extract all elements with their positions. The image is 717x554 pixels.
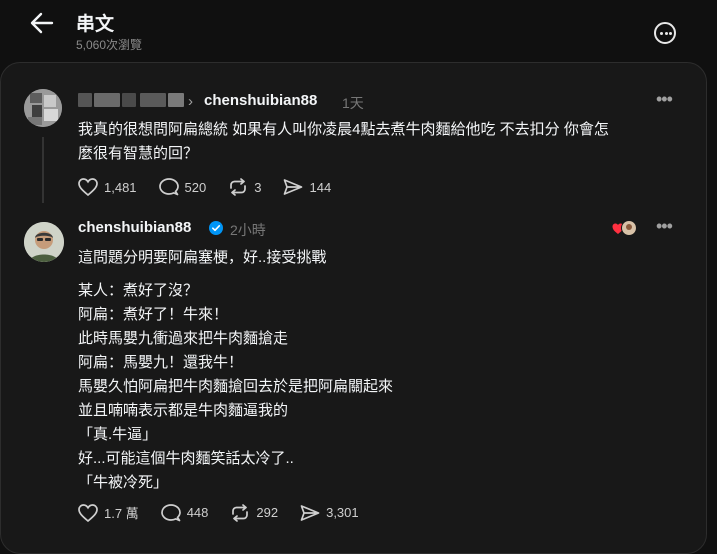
- reply-text-line: 「牛被冷死」: [78, 474, 169, 491]
- header: 串文 5,060次瀏覽: [0, 0, 717, 60]
- like-count: 1,481: [104, 179, 137, 195]
- profile-photo: [24, 222, 64, 262]
- reply-text-line: 阿扁：煮好了！牛來！: [78, 306, 229, 323]
- post-text-line: 麼很有智慧的回？: [78, 145, 199, 162]
- comment-icon: [158, 178, 179, 196]
- back-arrow-icon[interactable]: [28, 10, 56, 36]
- post-username[interactable]: chenshuibian88: [204, 92, 317, 109]
- share-count: 144: [309, 179, 332, 195]
- post-more-icon[interactable]: •••: [656, 89, 673, 110]
- reply-text-line: 某人：煮好了沒？: [78, 282, 199, 299]
- reply-more-icon[interactable]: •••: [656, 216, 673, 237]
- reply-text-line: 好...可能這個牛肉麵笑話太冷了..: [78, 450, 294, 467]
- avatar[interactable]: [24, 89, 62, 127]
- comment-count: 520: [184, 179, 207, 195]
- send-icon: [300, 504, 320, 521]
- reply-text: 這問題分明要阿扁塞梗，好..接受挑戰 某人：煮好了沒？ 阿扁：煮好了！牛來！ 此…: [78, 246, 678, 495]
- comment-button[interactable]: 520: [158, 178, 207, 196]
- reply-text-line: 「真.牛逼」: [78, 426, 158, 443]
- reply-text-line: 阿扁：馬嬰九！還我牛！: [78, 354, 244, 371]
- verified-badge-icon: [209, 221, 223, 235]
- like-button[interactable]: 1,481: [78, 178, 137, 196]
- post-text: 我真的很想問阿扁總統 如果有人叫你凌晨4點去煮牛肉麵給他吃 不去扣分 你會怎 麼…: [78, 118, 678, 166]
- share-button[interactable]: 3,301: [300, 504, 359, 522]
- like-button[interactable]: 1.7 萬: [78, 503, 139, 522]
- post-text-line: 我真的很想問阿扁總統 如果有人叫你凌晨4點去煮牛肉麵給他吃 不去扣分 你會怎: [78, 121, 609, 138]
- page-title: 串文: [76, 14, 115, 35]
- send-icon: [284, 179, 303, 195]
- repost-button[interactable]: 3: [228, 178, 261, 196]
- more-options-icon[interactable]: [654, 22, 676, 44]
- author-liked-icon: [612, 220, 637, 236]
- post-timestamp: 1天: [342, 95, 364, 111]
- repost-icon: [232, 503, 249, 522]
- blurred-username: [78, 93, 184, 107]
- comment-count: 448: [186, 505, 209, 520]
- reply-text-line: 這問題分明要阿扁塞梗，好..接受挑戰: [78, 249, 327, 266]
- share-count: 3,301: [326, 505, 359, 520]
- reply-text-line: 此時馬嬰九衝過來把牛肉麵搶走: [78, 330, 289, 347]
- view-count: 5,060次瀏覽: [76, 38, 143, 52]
- reply-actions: 1.7 萬 448 292 3,301: [78, 503, 381, 522]
- thread-line: [42, 137, 44, 203]
- comment-icon: [160, 503, 181, 521]
- comment-button[interactable]: 448: [160, 503, 209, 522]
- reply-timestamp: 2小時: [230, 222, 266, 238]
- heart-icon: [78, 503, 98, 522]
- post-actions: 1,481 520 3 144: [78, 178, 353, 196]
- reply-text-line: 馬嬰久怕阿扁把牛肉麵搶回去於是把阿扁關起來: [78, 378, 394, 395]
- repost-count: 292: [256, 505, 279, 520]
- share-button[interactable]: 144: [283, 178, 331, 196]
- reply-text-line: 並且喃喃表示都是牛肉麵逼我的: [78, 402, 289, 419]
- repost-count: 3: [254, 179, 262, 195]
- repost-button[interactable]: 292: [230, 503, 279, 522]
- repost-icon: [230, 178, 247, 196]
- avatar[interactable]: [24, 222, 64, 262]
- chevron-right-icon: ›: [188, 93, 193, 110]
- heart-icon: [78, 178, 98, 196]
- like-count: 1.7 萬: [104, 506, 139, 521]
- reply-username[interactable]: chenshuibian88: [78, 219, 191, 236]
